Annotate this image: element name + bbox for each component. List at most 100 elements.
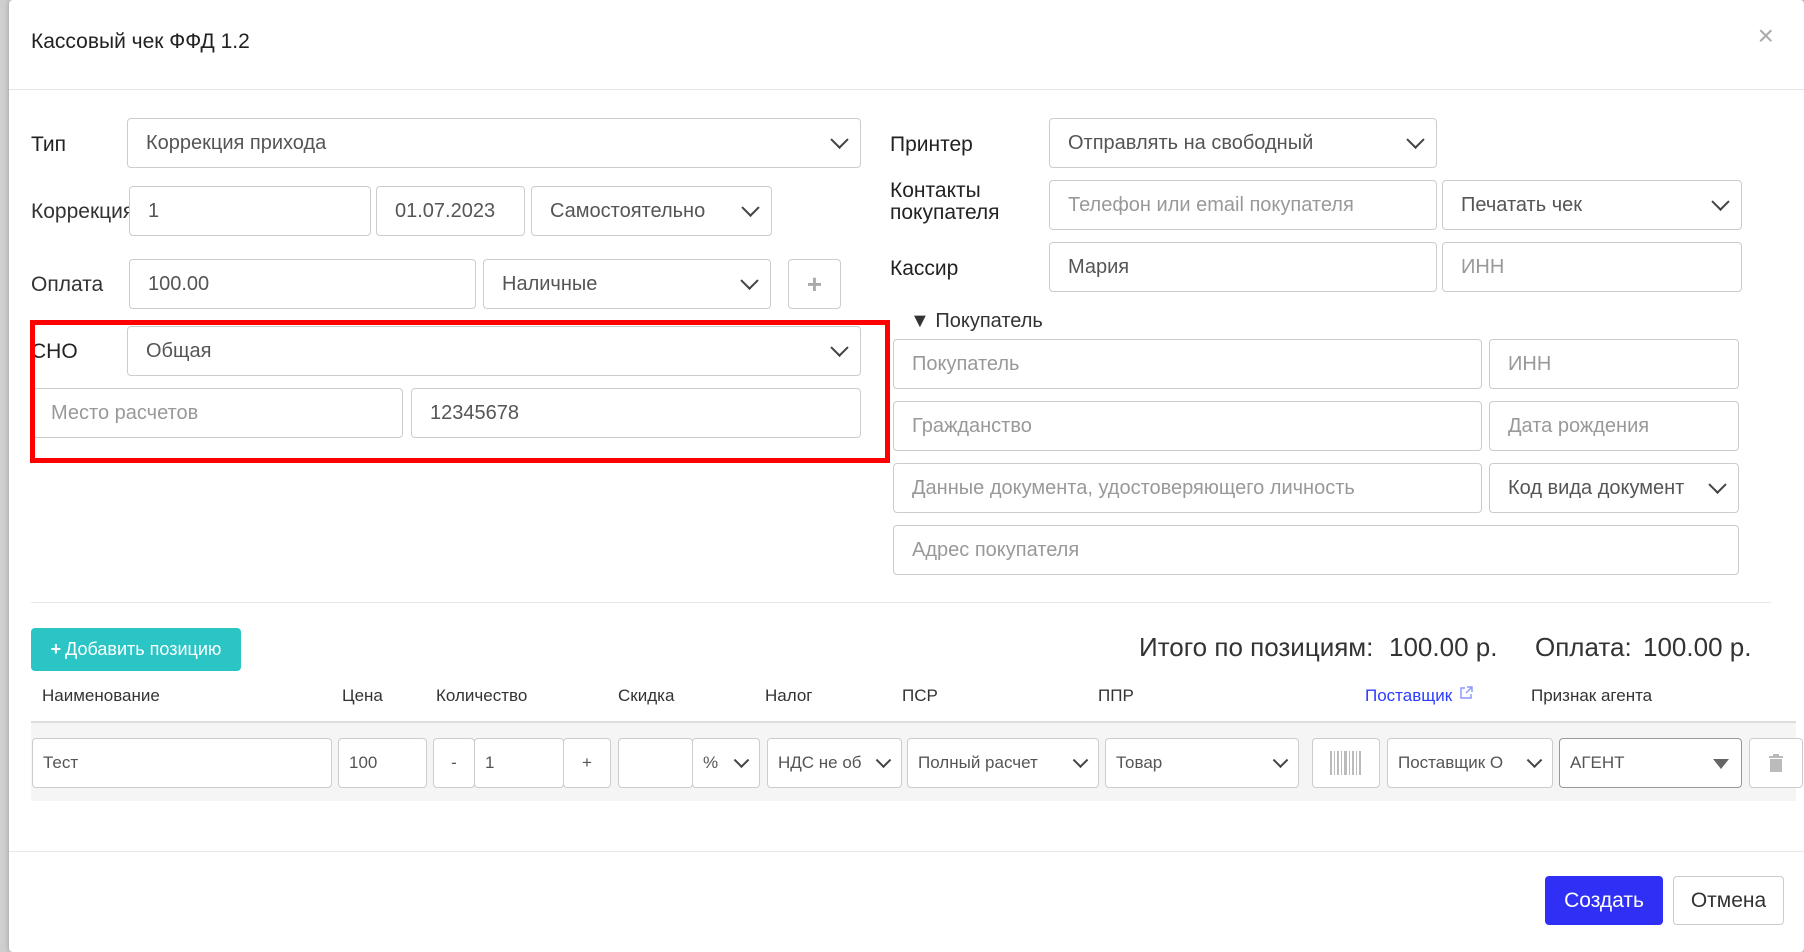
chevron-down-icon — [1406, 130, 1425, 149]
buyer-input[interactable]: Покупатель — [893, 339, 1482, 389]
item-ppr: Товар — [1116, 753, 1163, 772]
chevron-down-icon — [1272, 752, 1289, 769]
col-price: Цена — [342, 686, 383, 705]
modal-header: Кассовый чек ФФД 1.2 × — [9, 0, 1804, 90]
payment-label: Оплата — [31, 273, 104, 296]
quantity-minus-button[interactable]: - — [433, 738, 475, 788]
payment-method-select[interactable]: Наличные — [483, 259, 771, 309]
correction-label: Коррекция — [31, 200, 135, 223]
contacts-label-line2: покупателя — [890, 201, 1000, 224]
col-agent: Признак агента — [1531, 686, 1653, 705]
citizenship-input[interactable]: Гражданство — [893, 401, 1482, 451]
caret-down-icon — [1713, 759, 1729, 769]
print-option: Печатать чек — [1461, 193, 1582, 216]
payment-total-value: 100.00 р. — [1643, 632, 1752, 662]
document-input[interactable]: Данные документа, удостоверяющего личнос… — [893, 463, 1482, 513]
delete-row-button[interactable] — [1749, 738, 1803, 788]
total-value: 100.00 р. — [1389, 632, 1498, 662]
quantity-plus-button[interactable]: + — [563, 738, 611, 788]
item-price-input[interactable]: 100 — [338, 738, 427, 788]
col-name: Наименование — [42, 686, 160, 705]
correction-kind-select[interactable]: Самостоятельно — [531, 186, 772, 236]
payment-amount: 100.00 — [148, 272, 210, 295]
chevron-down-icon — [741, 198, 760, 217]
add-position-button[interactable]: + Добавить позицию — [31, 628, 241, 671]
trash-icon — [1769, 754, 1783, 772]
birthdate-input[interactable]: Дата рождения — [1489, 401, 1739, 451]
barcode-icon — [1330, 751, 1361, 775]
buyer-section-toggle[interactable]: ▼ Покупатель — [910, 310, 1043, 333]
item-name: Тест — [43, 753, 79, 772]
address-input[interactable]: Адрес покупателя — [893, 525, 1739, 575]
correction-number-input[interactable]: 1 — [129, 186, 371, 236]
item-name-input[interactable]: Тест — [32, 738, 332, 788]
chevron-down-icon — [830, 130, 849, 149]
plus-label: + — [582, 753, 592, 772]
item-quantity: 1 — [485, 753, 495, 772]
discount-unit-select[interactable]: % — [692, 738, 760, 788]
item-tax: НДС не об — [778, 753, 862, 772]
psr-select[interactable]: Полный расчет — [907, 738, 1099, 788]
print-option-select[interactable]: Печатать чек — [1442, 180, 1742, 230]
barcode-button[interactable] — [1312, 738, 1380, 788]
printer-value: Отправлять на свободный — [1068, 131, 1314, 154]
correction-date-input[interactable]: 01.07.2023 — [376, 186, 525, 236]
receipt-modal: Кассовый чек ФФД 1.2 × Тип Коррекция при… — [9, 0, 1804, 952]
item-quantity-input[interactable]: 1 — [474, 738, 564, 788]
payment-total-label: Оплата: — [1535, 632, 1632, 662]
total-label: Итого по позициям: — [1139, 632, 1374, 662]
printer-select[interactable]: Отправлять на свободный — [1049, 118, 1437, 168]
cashier-inn-input[interactable]: ИНН — [1442, 242, 1742, 292]
type-label: Тип — [31, 133, 67, 156]
payment-method: Наличные — [502, 272, 598, 295]
cashier-value: Мария — [1068, 255, 1130, 278]
cancel-button[interactable]: Отмена — [1673, 876, 1784, 925]
document-code: Код вида документ — [1508, 476, 1685, 499]
type-select[interactable]: Коррекция прихода — [127, 118, 861, 168]
printer-label: Принтер — [890, 133, 973, 156]
payment-amount-input[interactable]: 100.00 — [129, 259, 476, 309]
item-psr: Полный расчет — [918, 753, 1038, 772]
external-link-icon — [1460, 686, 1473, 699]
type-value: Коррекция прихода — [146, 131, 327, 154]
plus-icon: + — [50, 639, 62, 659]
document-placeholder: Данные документа, удостоверяющего личнос… — [912, 476, 1355, 499]
document-code-select[interactable]: Код вида документ — [1489, 463, 1739, 513]
create-button[interactable]: Создать — [1545, 876, 1663, 925]
citizenship-placeholder: Гражданство — [912, 414, 1032, 437]
address-placeholder: Адрес покупателя — [912, 538, 1080, 561]
chevron-down-icon — [1708, 475, 1727, 494]
divider — [31, 602, 1771, 603]
contacts-placeholder: Телефон или email покупателя — [1068, 193, 1354, 216]
close-icon[interactable]: × — [1758, 22, 1774, 50]
modal-title: Кассовый чек ФФД 1.2 — [31, 30, 250, 53]
tax-select[interactable]: НДС не об — [767, 738, 902, 788]
ppr-select[interactable]: Товар — [1105, 738, 1299, 788]
col-supplier-link[interactable]: Поставщик — [1365, 686, 1473, 706]
col-ppr: ППР — [1098, 686, 1134, 705]
correction-kind: Самостоятельно — [550, 199, 706, 222]
item-discount-input[interactable] — [618, 738, 693, 788]
discount-unit: % — [703, 753, 719, 772]
col-discount: Скидка — [618, 686, 675, 705]
add-payment-button[interactable]: + — [788, 259, 841, 309]
supplier-select[interactable]: Поставщик О — [1387, 738, 1553, 788]
contacts-input[interactable]: Телефон или email покупателя — [1049, 180, 1437, 230]
footer-divider — [9, 851, 1804, 852]
item-price: 100 — [349, 753, 378, 772]
plus-icon: + — [806, 268, 823, 299]
birthdate-placeholder: Дата рождения — [1508, 414, 1650, 437]
col-quantity: Количество — [436, 686, 528, 705]
col-tax: Налог — [765, 686, 813, 705]
buyer-inn-placeholder: ИНН — [1508, 352, 1552, 375]
supplier-link-text: Поставщик — [1365, 686, 1453, 705]
agent-select[interactable]: АГЕНТ — [1559, 738, 1742, 788]
chevron-down-icon — [733, 752, 750, 769]
contacts-label-line1: Контакты — [890, 179, 981, 202]
chevron-down-icon — [1526, 752, 1543, 769]
cashier-inn-placeholder: ИНН — [1461, 255, 1505, 278]
cashier-input[interactable]: Мария — [1049, 242, 1437, 292]
buyer-inn-input[interactable]: ИНН — [1489, 339, 1739, 389]
chevron-down-icon — [1711, 192, 1730, 211]
item-agent: АГЕНТ — [1570, 753, 1625, 772]
